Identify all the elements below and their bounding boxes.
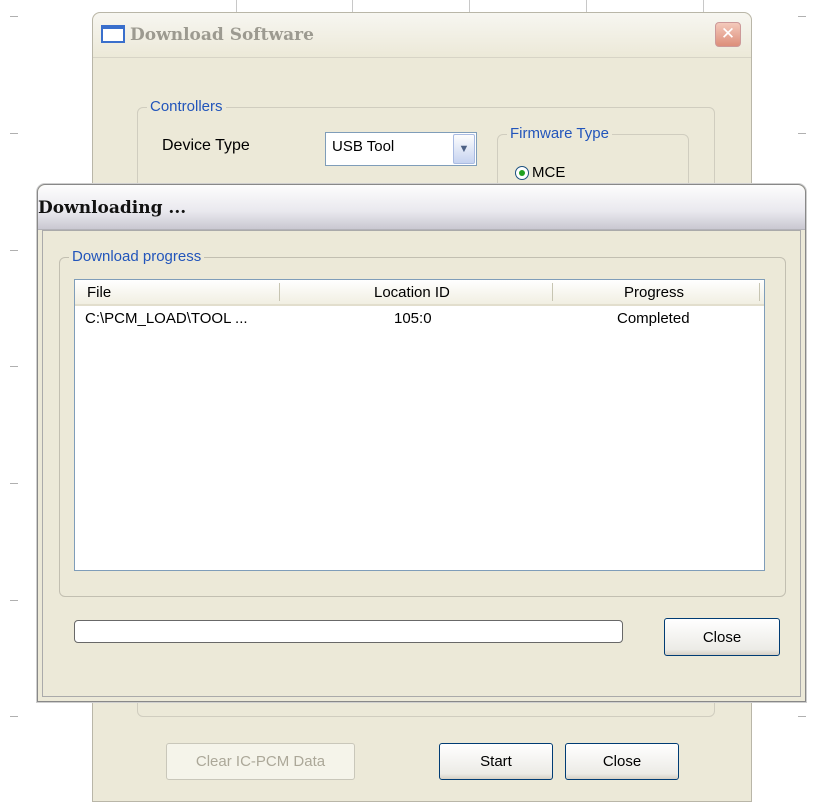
window-icon <box>101 25 125 43</box>
location-id-cell: 105:0 <box>394 310 432 327</box>
device-type-value: USB Tool <box>332 138 395 155</box>
table-row[interactable]: C:\PCM_LOAD\TOOL ... 105:0 Completed <box>75 307 764 329</box>
close-button[interactable]: Close <box>565 743 679 780</box>
chevron-down-icon[interactable]: ▼ <box>453 134 475 164</box>
background-tick <box>352 0 353 12</box>
background-tick <box>10 133 18 134</box>
background-tick <box>469 0 470 12</box>
list-header: File Location ID Progress <box>75 280 764 306</box>
background-tick <box>798 133 806 134</box>
downloading-titlebar[interactable]: Downloading ... <box>38 185 805 230</box>
clear-ic-pcm-data-button[interactable]: Clear IC-PCM Data <box>166 743 355 780</box>
background-tick <box>703 0 704 12</box>
progress-cell: Completed <box>617 310 690 327</box>
download-progress-bar <box>74 620 623 643</box>
close-button[interactable]: Close <box>664 618 780 656</box>
background-tick <box>10 250 18 251</box>
device-type-select[interactable]: USB Tool ▼ <box>325 132 477 166</box>
download-software-title: Download Software <box>130 25 314 45</box>
background-tick <box>10 366 18 367</box>
start-button[interactable]: Start <box>439 743 553 780</box>
column-header-location-id[interactable]: Location ID <box>374 284 450 301</box>
file-cell: C:\PCM_LOAD\TOOL ... <box>85 310 248 327</box>
background-tick <box>586 0 587 12</box>
download-progress-legend: Download progress <box>69 248 205 265</box>
column-divider[interactable] <box>279 283 280 301</box>
column-header-progress[interactable]: Progress <box>624 284 684 301</box>
downloading-dialog: Downloading ... Download progress File L… <box>37 184 806 702</box>
background-tick <box>10 483 18 484</box>
background-tick <box>10 600 18 601</box>
background-tick <box>10 716 18 717</box>
column-divider[interactable] <box>552 283 553 301</box>
mce-radio[interactable] <box>515 166 529 180</box>
background-tick <box>10 16 18 17</box>
device-type-label: Device Type <box>162 137 250 154</box>
background-tick <box>798 716 806 717</box>
close-icon: ✕ <box>720 24 736 44</box>
controllers-legend: Controllers <box>147 98 226 115</box>
mce-label: MCE <box>532 164 566 181</box>
download-list[interactable]: File Location ID Progress C:\PCM_LOAD\TO… <box>74 279 765 571</box>
download-software-titlebar[interactable]: Download Software ✕ <box>93 13 751 58</box>
firmware-type-legend: Firmware Type <box>507 125 612 142</box>
close-window-button[interactable]: ✕ <box>715 22 741 47</box>
column-divider[interactable] <box>759 283 760 301</box>
background-tick <box>798 16 806 17</box>
downloading-title: Downloading ... <box>38 198 187 218</box>
column-header-file[interactable]: File <box>87 284 111 301</box>
background-tick <box>236 0 237 12</box>
